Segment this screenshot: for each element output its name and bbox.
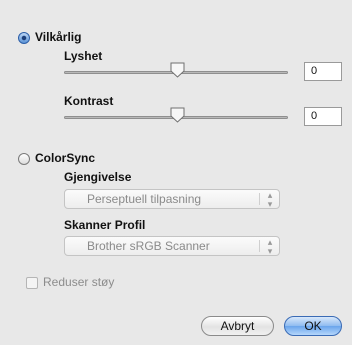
up-down-arrows-icon: ▴ ▾	[267, 237, 273, 256]
colorsync-radio[interactable]	[18, 153, 30, 165]
contrast-value-field[interactable]: 0	[304, 107, 342, 126]
up-down-arrows-icon: ▴ ▾	[267, 190, 273, 209]
reduce-noise-label: Reduser støy	[43, 275, 115, 289]
scanner-profile-label: Skanner Profil	[64, 218, 146, 232]
brightness-label: Lyshet	[64, 49, 103, 63]
contrast-label: Kontrast	[64, 94, 114, 108]
cancel-button[interactable]: Avbryt	[201, 316, 274, 336]
colorsync-label: ColorSync	[35, 151, 96, 165]
rendering-popup[interactable]: Perseptuell tilpasning ▴ ▾	[64, 189, 280, 209]
ok-button[interactable]: OK	[284, 316, 342, 336]
popup-divider	[259, 193, 260, 205]
scanner-profile-popup-value: Brother sRGB Scanner	[87, 239, 210, 253]
rendering-label: Gjengivelse	[64, 170, 132, 184]
scanner-profile-popup[interactable]: Brother sRGB Scanner ▴ ▾	[64, 236, 280, 256]
contrast-slider-thumb[interactable]	[170, 107, 185, 123]
reduce-noise-checkbox[interactable]	[26, 277, 38, 289]
rendering-popup-value: Perseptuell tilpasning	[87, 192, 202, 206]
brightness-value-field[interactable]: 0	[304, 62, 342, 81]
arbitrary-label: Vilkårlig	[35, 30, 82, 44]
popup-divider	[259, 240, 260, 252]
arbitrary-radio[interactable]	[18, 32, 30, 44]
brightness-slider-thumb[interactable]	[170, 62, 185, 78]
